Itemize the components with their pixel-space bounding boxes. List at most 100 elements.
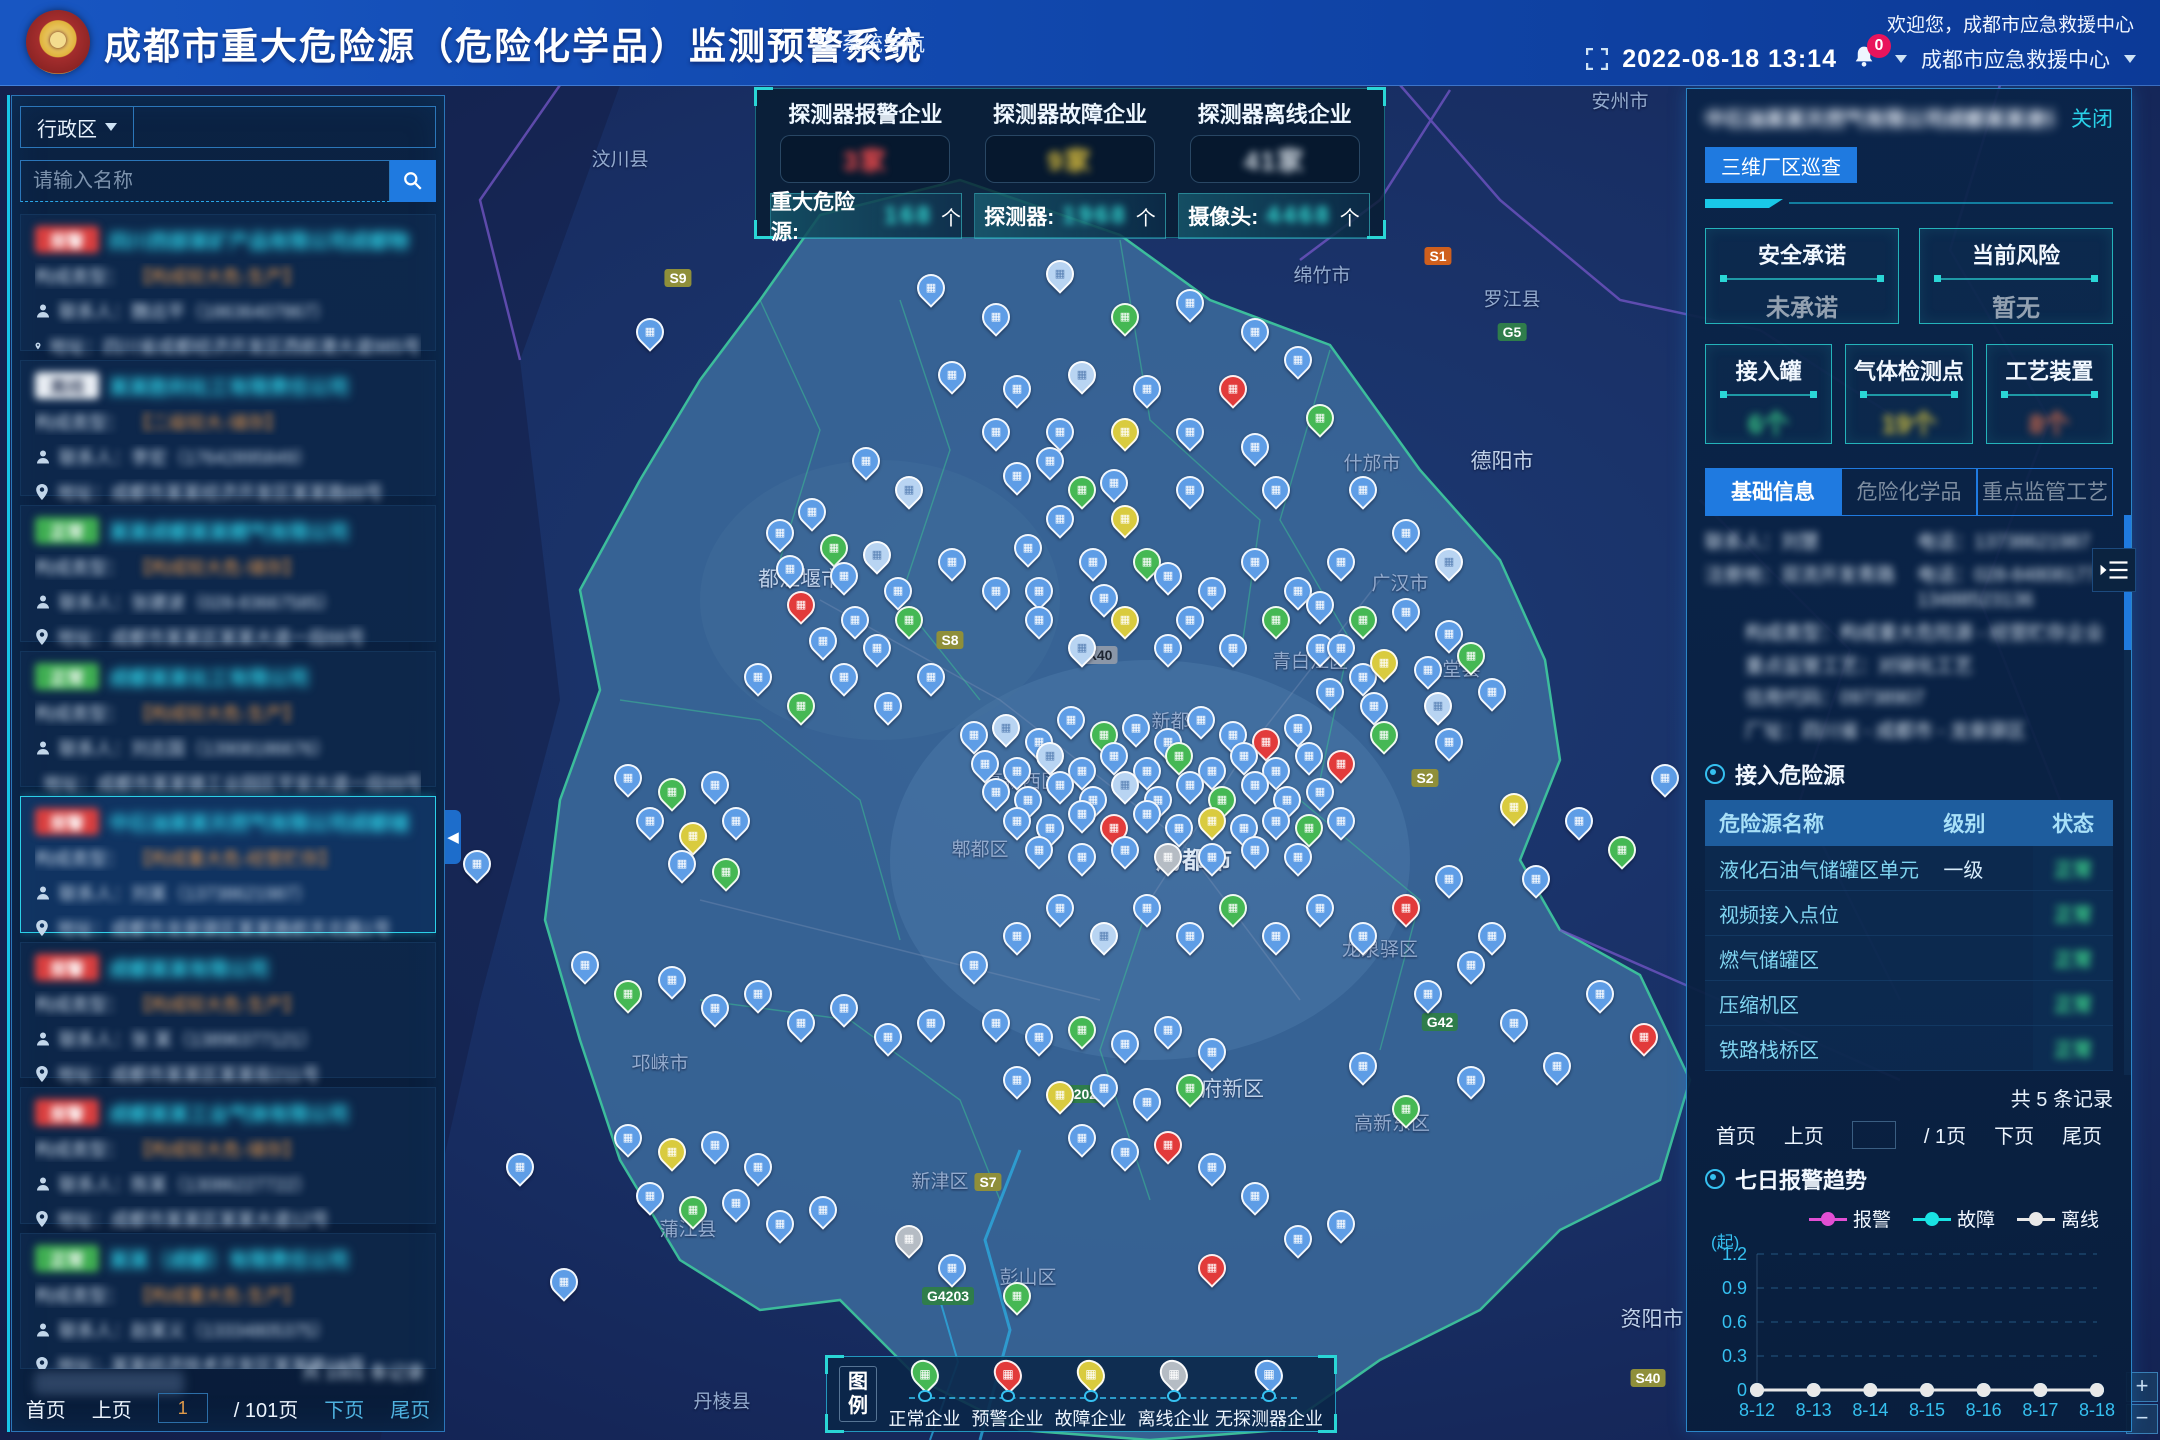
legend-item-离线[interactable]: 离线	[2017, 1205, 2099, 1232]
building-icon: ▦	[789, 694, 813, 718]
company-card[interactable]: 正常 成都某某化工有限公司 构成类型： 【构成较大危-生产】 联系人：刘志国（1…	[20, 651, 436, 788]
company-name: 某某胜利化工有限责任公司	[109, 371, 349, 400]
person-icon	[35, 303, 51, 319]
building-icon: ▦	[1243, 773, 1267, 797]
search-button[interactable]	[390, 160, 436, 202]
company-card[interactable]: 正常 某某（成都）有限责任公司 构成类型： 【构成重大危-生产】 联系人：赵某义…	[20, 1233, 436, 1370]
company-card[interactable]: 正常 某某成都某某燃气有限公司 构成类型： 【构成较大危-储存】 联系人：张建波…	[20, 505, 436, 642]
hazard-records-count: 共 5 条记录	[1705, 1083, 2113, 1112]
tab-基础信息[interactable]: 基础信息	[1705, 468, 1841, 516]
hazard-row[interactable]: 燃气储罐区 正常	[1705, 936, 2113, 981]
fullscreen-icon[interactable]	[1586, 48, 1608, 70]
building-icon: ▦	[1297, 816, 1321, 840]
current-risk-title: 当前风险	[1920, 238, 2112, 270]
company-card[interactable]: 报警 成都某某工业气体有限公司 构成类型： 【构成较大危-储存】 联系人：陈某（…	[20, 1087, 436, 1224]
company-type-value: 【构成较大危-储存】	[133, 1136, 301, 1162]
building-icon: ▦	[854, 449, 878, 473]
legend-node-icon	[1167, 1390, 1181, 1402]
building-icon: ▦	[1005, 759, 1029, 783]
company-card[interactable]: 报警 中石油某某天然气有限公司成都储配站 构成类型： 【构成重大危-经营贮存】 …	[20, 796, 436, 933]
building-icon: ▦	[973, 752, 997, 776]
hazard-row[interactable]: 压缩机区 正常	[1705, 981, 2113, 1026]
location-icon	[35, 1211, 49, 1227]
equipment-stat-title: 工艺装置	[1987, 354, 2112, 386]
building-icon: ▦	[1113, 1032, 1137, 1056]
company-contact: 联系人：魏远平（18636407867）	[59, 298, 331, 324]
close-panel-button[interactable]: 关闭	[2071, 103, 2113, 133]
legend-item-故障[interactable]: 故障	[1913, 1205, 1995, 1232]
hazard-row[interactable]: 视频接入点位 正常	[1705, 891, 2113, 936]
legend-label: 正常企业	[889, 1405, 961, 1431]
building-icon: ▦	[703, 1133, 727, 1157]
building-icon: ▦	[1059, 708, 1083, 732]
last-page-button[interactable]: 尾页	[2062, 1120, 2102, 1149]
sidebar-collapse-handle[interactable]: ◀	[445, 810, 461, 864]
building-icon: ▦	[616, 1126, 640, 1150]
company-contact: 联系人：刘某（13738621987）	[59, 880, 313, 906]
panel-scrollbar[interactable]	[2124, 515, 2131, 1075]
legend-item-报警[interactable]: 报警	[1809, 1205, 1891, 1232]
hazard-status: 正常	[2033, 1026, 2113, 1070]
building-icon: ▦	[1178, 773, 1202, 797]
last-page-button[interactable]: 尾页	[390, 1394, 430, 1423]
first-page-button[interactable]: 首页	[1716, 1120, 1756, 1149]
hazard-name: 视频接入点位	[1705, 891, 1943, 935]
panel-collapse-button[interactable]	[2092, 548, 2136, 592]
info-field-line: 注册地：双流开发青路电话：028-84808177 / 13488523136	[1705, 563, 2113, 614]
building-icon: ▦	[1200, 1040, 1224, 1064]
company-card[interactable]: 离线 某某胜利化工有限责任公司 构成类型： 【二级较大-储存】 联系人：李宏（1…	[20, 360, 436, 497]
map-legend-item: ▦ 预警企业	[966, 1357, 1049, 1431]
system-nav-label: 系统导航	[841, 28, 925, 58]
page-number-input[interactable]	[1852, 1121, 1896, 1149]
legend-node-icon	[1084, 1390, 1098, 1402]
company-address: 地址：成都市某某区某某街211号	[57, 1061, 320, 1087]
legend-node-icon	[1262, 1390, 1276, 1402]
building-icon: ▦	[1243, 838, 1267, 862]
3d-patrol-button[interactable]: 三维厂区巡查	[1705, 147, 1857, 183]
system-nav-button[interactable]: 系统导航	[815, 0, 925, 85]
building-icon: ▦	[1156, 636, 1180, 660]
collapse-icon	[2099, 558, 2129, 582]
building-icon: ▦	[1264, 478, 1288, 502]
building-icon: ▦	[962, 723, 986, 747]
prev-page-button[interactable]: 上页	[1784, 1120, 1824, 1149]
building-icon: ▦	[940, 1256, 964, 1280]
tab-危险化学品[interactable]: 危险化学品	[1841, 468, 1977, 516]
building-icon: ▦	[1372, 651, 1396, 675]
tab-重点监管工艺[interactable]: 重点监管工艺	[1977, 468, 2113, 516]
building-icon: ▦	[1048, 262, 1072, 286]
location-icon	[35, 920, 49, 936]
filter-row: 行政区	[20, 106, 436, 148]
building-icon: ▦	[1124, 716, 1148, 740]
hazard-name: 燃气储罐区	[1705, 936, 1943, 980]
page-number-input[interactable]	[158, 1393, 208, 1423]
region-filter-select[interactable]: 行政区	[21, 107, 134, 147]
next-page-button[interactable]: 下页	[1994, 1120, 2034, 1149]
building-icon: ▦	[789, 1011, 813, 1035]
redacted-button[interactable]	[34, 1371, 184, 1395]
building-icon: ▦	[465, 852, 489, 876]
company-card[interactable]: 报警 四川西部某矿产品有限公司成都物流分公司 构成类型： 【构成较大危-生产】 …	[20, 214, 436, 351]
company-name: 某某（成都）有限责任公司	[109, 1244, 349, 1273]
first-page-button[interactable]: 首页	[26, 1394, 66, 1423]
chevron-down-icon[interactable]	[2124, 55, 2136, 63]
building-icon: ▦	[1070, 636, 1094, 660]
detail-tabs: 基础信息危险化学品重点监管工艺	[1705, 468, 2113, 516]
company-card[interactable]: 报警 成都某某有限公司 构成类型： 【构成较大危-生产】 联系人：张 某（138…	[20, 942, 436, 1079]
notification-bell[interactable]: 0	[1851, 44, 1881, 74]
stat-title-offline: 探测器离线企业	[1179, 97, 1370, 129]
building-icon: ▦	[1351, 924, 1375, 948]
next-page-button[interactable]: 下页	[324, 1394, 364, 1423]
hazard-row[interactable]: 铁路栈桥区 正常	[1705, 1026, 2113, 1071]
prev-page-button[interactable]: 上页	[92, 1394, 132, 1423]
col-level: 级别	[1943, 808, 2033, 838]
total-value: 1968	[1062, 202, 1127, 230]
info-field-line: 构成类型：构成重大危险源 - 经营贮存企业	[1705, 621, 2113, 647]
hazard-row[interactable]: 液化石油气储罐区单元 一级 正常	[1705, 846, 2113, 891]
search-input[interactable]	[20, 160, 390, 202]
building-icon: ▦	[1632, 1025, 1656, 1049]
hazard-status: 正常	[2033, 936, 2113, 980]
map-place-label: 新津区	[911, 1167, 968, 1194]
chevron-down-icon[interactable]	[1895, 55, 1907, 63]
building-icon: ▦	[1502, 1011, 1526, 1035]
